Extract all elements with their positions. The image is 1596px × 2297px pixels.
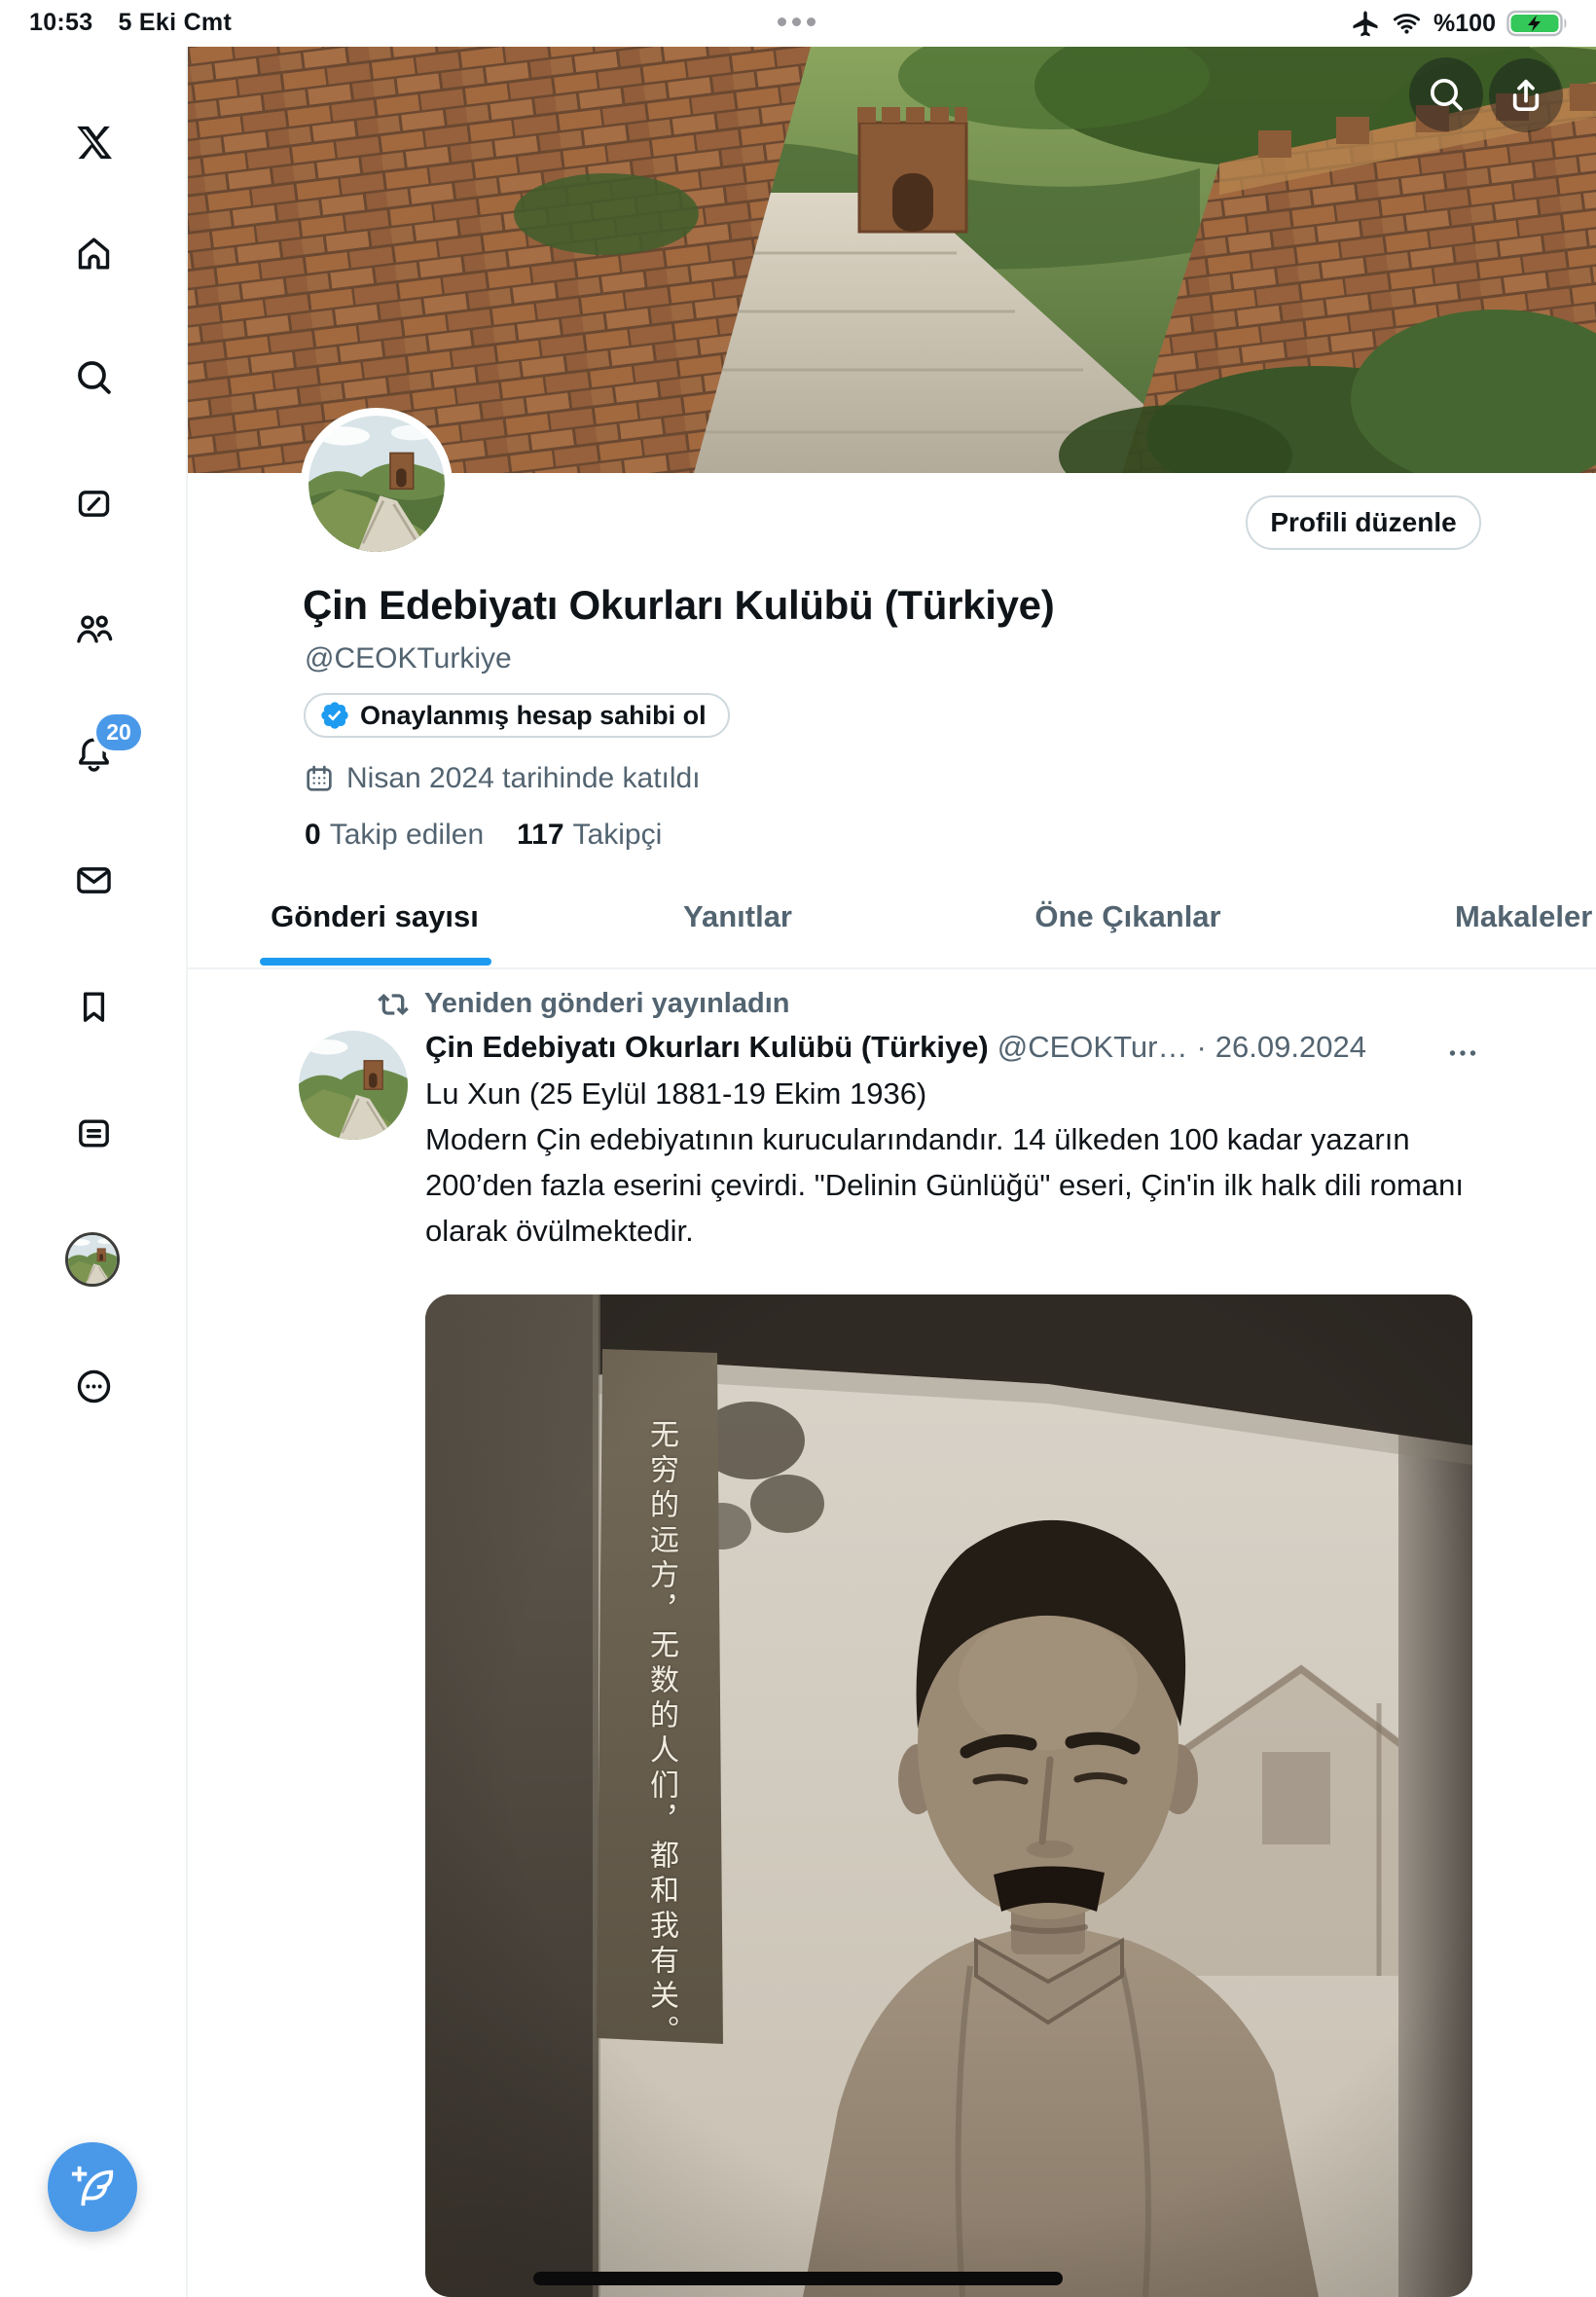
post-author-avatar[interactable] [299,1031,408,1140]
repost-header: Yeniden gönderi yayınladın [378,988,789,1020]
notifications-bell-icon[interactable]: 20 [71,731,116,776]
wifi-icon [1391,9,1423,38]
status-date: 5 Eki Cmt [118,9,232,37]
share-button[interactable] [1489,58,1563,132]
verified-badge-icon [319,700,350,731]
calendar-icon [304,763,335,794]
post-author-row: Çin Edebiyatı Okurları Kulübü (Türkiye) … [425,1030,1428,1065]
notifications-badge: 20 [96,714,141,750]
profile-name: Çin Edebiyatı Okurları Kulübü (Türkiye) [303,582,1054,629]
grok-icon[interactable] [71,481,116,526]
status-bar: 10:53 5 Eki Cmt %100 [0,0,1596,47]
profile-handle: @CEOKTurkiye [305,642,512,675]
compose-button[interactable] [48,2142,137,2232]
post-image[interactable]: 无穷的远方，无数的人们，都和我有关。 [425,1294,1472,2297]
tab-posts[interactable]: Gönderi sayısı [271,899,479,934]
status-right: %100 [1351,8,1571,39]
communities-icon[interactable] [71,606,116,651]
tab-replies[interactable]: Yanıtlar [683,899,792,934]
post-date: 26.09.2024 [1215,1030,1366,1065]
profile-page: Profili düzenle Çin Edebiyatı Okurları K… [188,47,1596,2297]
multitask-dots-icon[interactable] [778,18,816,26]
following-label[interactable]: Takip edilen [330,819,484,852]
x-ipad-app: 10:53 5 Eki Cmt %100 [0,0,1596,2297]
x-logo[interactable] [71,120,116,164]
post-author-name[interactable]: Çin Edebiyatı Okurları Kulübü (Türkiye) [425,1030,989,1065]
join-date-row: Nisan 2024 tarihinde katıldı [304,762,701,795]
active-tab-underline [260,958,491,966]
more-dots-icon [1445,1036,1480,1071]
more-icon[interactable] [71,1364,116,1408]
tab-articles[interactable]: Makaleler [1455,899,1592,934]
followers-count[interactable]: 117 [517,819,563,852]
sidebar: 20 [0,47,188,2297]
repost-label: Yeniden gönderi yayınladın [424,988,789,1020]
post-separator: · [1196,1030,1206,1065]
messages-icon[interactable] [71,857,116,902]
profile-stats: 0 Takip edilen 117 Takipçi [305,819,662,852]
compose-icon [70,2165,115,2209]
post-author-handle: @CEOKTur… [998,1030,1188,1065]
status-left: 10:53 5 Eki Cmt [29,9,232,37]
join-date-label: Nisan 2024 tarihinde katıldı [346,762,701,795]
home-icon[interactable] [71,231,116,275]
battery-charging-icon [1506,9,1571,38]
get-verified-label: Onaylanmış hesap sahibi ol [360,701,707,731]
repost-icon [378,989,409,1020]
calligraphy-banner: 无穷的远方，无数的人们，都和我有关。 [598,1419,723,2058]
home-indicator[interactable] [533,2272,1063,2285]
battery-percent: %100 [1433,10,1496,38]
profile-photo[interactable] [301,408,453,560]
followers-label[interactable]: Takipçi [573,819,663,852]
search-icon [1427,75,1466,114]
search-button[interactable] [1409,57,1483,131]
search-icon[interactable] [71,354,116,399]
tab-highlights[interactable]: Öne Çıkanlar [1034,899,1220,934]
lists-icon[interactable] [71,1111,116,1155]
calligraphy-text: 无穷的远方，无数的人们，都和我有关。 [639,1419,682,2058]
following-count[interactable]: 0 [305,819,321,852]
get-verified-pill[interactable]: Onaylanmış hesap sahibi ol [304,693,730,738]
bookmarks-icon[interactable] [71,984,116,1029]
post-text: Lu Xun (25 Eylül 1881-19 Ekim 1936) Mode… [425,1071,1486,1254]
share-icon [1506,76,1545,115]
profile-banner-image[interactable] [188,47,1596,473]
profile-tabs: Gönderi sayısı Yanıtlar Öne Çıkanlar Mak… [188,876,1596,969]
edit-profile-button[interactable]: Profili düzenle [1246,495,1481,550]
airplane-mode-icon [1351,9,1380,38]
profile-avatar[interactable] [65,1232,120,1287]
status-time: 10:53 [29,9,92,37]
post-more-button[interactable] [1443,1034,1482,1073]
